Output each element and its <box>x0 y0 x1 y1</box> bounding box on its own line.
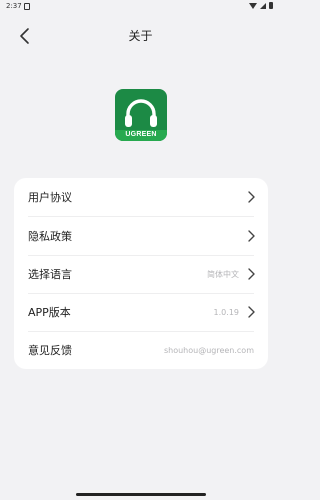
row-label: APP版本 <box>28 306 71 319</box>
row-privacy-policy[interactable]: 隐私政策 <box>14 217 268 255</box>
header: 关于 <box>0 22 281 50</box>
row-language[interactable]: 选择语言 简体中文 <box>14 255 268 293</box>
status-time: 2:37 <box>6 2 22 10</box>
chevron-right-icon <box>248 268 255 280</box>
notification-icon <box>24 3 30 10</box>
feedback-email: shouhou@ugreen.com <box>163 345 254 355</box>
signal-icon <box>260 2 266 9</box>
logo-brand-text: UGREEN <box>125 131 157 138</box>
chevron-right-icon <box>248 230 255 242</box>
settings-card: 用户协议 隐私政策 选择语言 简体中文 APP版本 1.0.19 意见反馈 sh… <box>14 178 268 369</box>
gesture-nav-bar[interactable] <box>76 493 206 496</box>
row-label: 选择语言 <box>28 268 72 281</box>
chevron-right-icon <box>248 191 255 203</box>
row-label: 用户协议 <box>28 191 72 204</box>
version-value: 1.0.19 <box>213 307 239 317</box>
row-label: 隐私政策 <box>28 230 72 243</box>
row-feedback[interactable]: 意见反馈 shouhou@ugreen.com <box>14 331 268 369</box>
row-app-version[interactable]: APP版本 1.0.19 <box>14 293 268 331</box>
row-user-agreement[interactable]: 用户协议 <box>14 178 268 216</box>
status-icons <box>249 2 273 9</box>
chevron-right-icon <box>248 306 255 318</box>
row-label: 意见反馈 <box>28 344 72 357</box>
wifi-icon <box>249 2 257 9</box>
language-value: 简体中文 <box>207 269 239 279</box>
battery-icon <box>269 2 273 9</box>
page-title: 关于 <box>128 29 153 43</box>
app-logo: UGREEN <box>115 89 167 141</box>
status-bar: 2:37 <box>0 0 281 14</box>
